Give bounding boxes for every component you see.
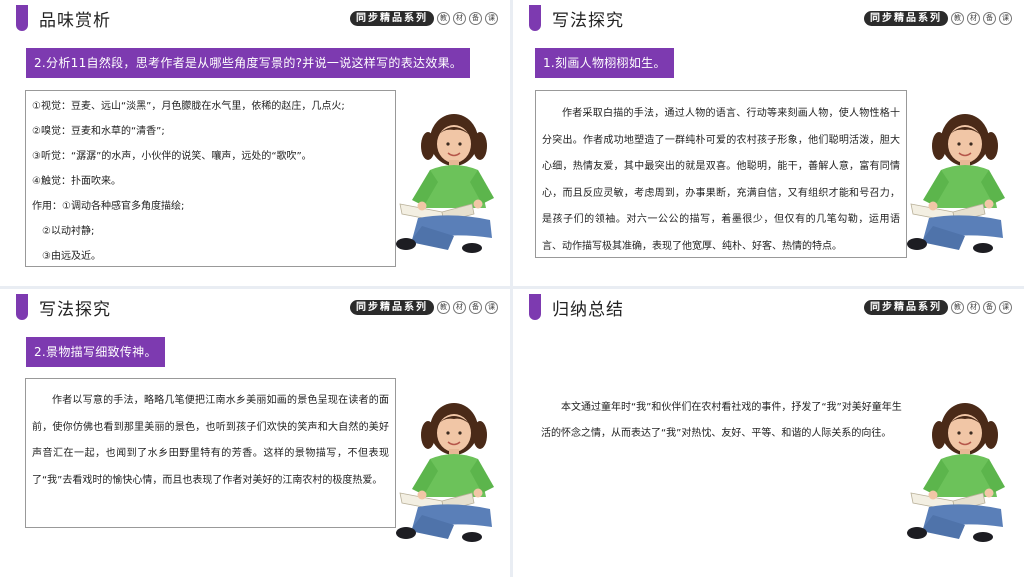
answer-box: ①视觉：豆麦、远山“淡黑”，月色朦胧在水气里，依稀的赵庄，几点火; ②嗅觉：豆麦… [25, 90, 396, 267]
series-char: 备 [469, 300, 482, 314]
series-char: 材 [453, 11, 466, 25]
series-char: 备 [983, 300, 996, 314]
series-char: 备 [469, 11, 482, 25]
content-box: 作者采取白描的手法，通过人物的语言、行动等来刻画人物，使人物性格十分突出。作者成… [535, 90, 907, 258]
series-char: 课 [999, 11, 1012, 25]
question-tag: 2.分析11自然段，思考作者是从哪些角度写景的?并说一说这样写的表达效果。 [26, 48, 471, 78]
reading-girl-illustration [392, 397, 502, 547]
answer-line: ③由远及近。 [32, 251, 101, 262]
slide-guina-zongjie: 归纳总结 同步精品系列 教 材 备 课 本文通过童年时“我”和伙伴们在农村看社戏… [513, 289, 1024, 577]
title-accent-bar [16, 5, 28, 31]
series-char: 教 [437, 11, 450, 25]
slide-title: 写法探究 [39, 300, 111, 320]
slide-pinwei-shangxi: 品味赏析 同步精品系列 教 材 备 课 2.分析11自然段，思考作者是从哪些角度… [0, 0, 510, 286]
series-char: 教 [951, 11, 964, 25]
series-char: 课 [999, 300, 1012, 314]
content-paragraph: 作者以写意的手法，略略几笔便把江南水乡美丽如画的景色呈现在读者的面前，使你仿佛也… [32, 395, 389, 486]
reading-girl-illustration [392, 108, 502, 258]
title-accent-bar [529, 5, 541, 31]
series-label: 同步精品系列 教 材 备 课 [350, 10, 498, 26]
reading-girl-illustration [903, 397, 1013, 547]
slide-xiefa-tanjiu-2: 写法探究 同步精品系列 教 材 备 课 2.景物描写细致传神。 作者以写意的手法… [0, 289, 510, 577]
slide-xiefa-tanjiu-1: 写法探究 同步精品系列 教 材 备 课 1.刻画人物栩栩如生。 作者采取白描的手… [513, 0, 1024, 286]
point-tag: 1.刻画人物栩栩如生。 [535, 48, 674, 78]
series-char: 材 [967, 300, 980, 314]
series-char: 课 [485, 11, 498, 25]
answer-line: ①视觉：豆麦、远山“淡黑”，月色朦胧在水气里，依稀的赵庄，几点火; [32, 101, 345, 112]
series-badge: 同步精品系列 [864, 10, 948, 26]
series-char: 课 [485, 300, 498, 314]
series-char: 教 [951, 300, 964, 314]
series-char: 教 [437, 300, 450, 314]
slide-title: 归纳总结 [552, 300, 624, 320]
answer-line: ④触觉：扑面吹来。 [32, 176, 121, 187]
series-badge: 同步精品系列 [864, 299, 948, 315]
series-char: 材 [967, 11, 980, 25]
content-paragraph: 作者采取白描的手法，通过人物的语言、行动等来刻画人物，使人物性格十分突出。作者成… [542, 108, 900, 252]
title-accent-bar [529, 294, 541, 320]
slide-title: 品味赏析 [39, 11, 111, 31]
slide-title: 写法探究 [552, 11, 624, 31]
title-accent-bar [16, 294, 28, 320]
reading-girl-illustration [903, 108, 1013, 258]
series-badge: 同步精品系列 [350, 10, 434, 26]
series-label: 同步精品系列 教 材 备 课 [350, 299, 498, 315]
series-char: 备 [983, 11, 996, 25]
answer-line: 作用：①调动各种感官多角度描绘; [32, 201, 185, 212]
series-label: 同步精品系列 教 材 备 课 [864, 10, 1012, 26]
answer-line: ②以动衬静; [32, 226, 95, 237]
content-box: 作者以写意的手法，略略几笔便把江南水乡美丽如画的景色呈现在读者的面前，使你仿佛也… [25, 378, 396, 528]
answer-line: ②嗅觉：豆麦和水草的“清香”; [32, 126, 165, 137]
summary-paragraph: 本文通过童年时“我”和伙伴们在农村看社戏的事件，抒发了“我”对美好童年生活的怀念… [541, 402, 902, 439]
point-tag: 2.景物描写细致传神。 [26, 337, 165, 367]
answer-line: ③听觉：“潺潺”的水声，小伙伴的说笑、嚷声，远处的“歌吹”。 [32, 151, 312, 162]
series-badge: 同步精品系列 [350, 299, 434, 315]
series-label: 同步精品系列 教 材 备 课 [864, 299, 1012, 315]
summary-block: 本文通过童年时“我”和伙伴们在农村看社戏的事件，抒发了“我”对美好童年生活的怀念… [541, 395, 905, 447]
series-char: 材 [453, 300, 466, 314]
